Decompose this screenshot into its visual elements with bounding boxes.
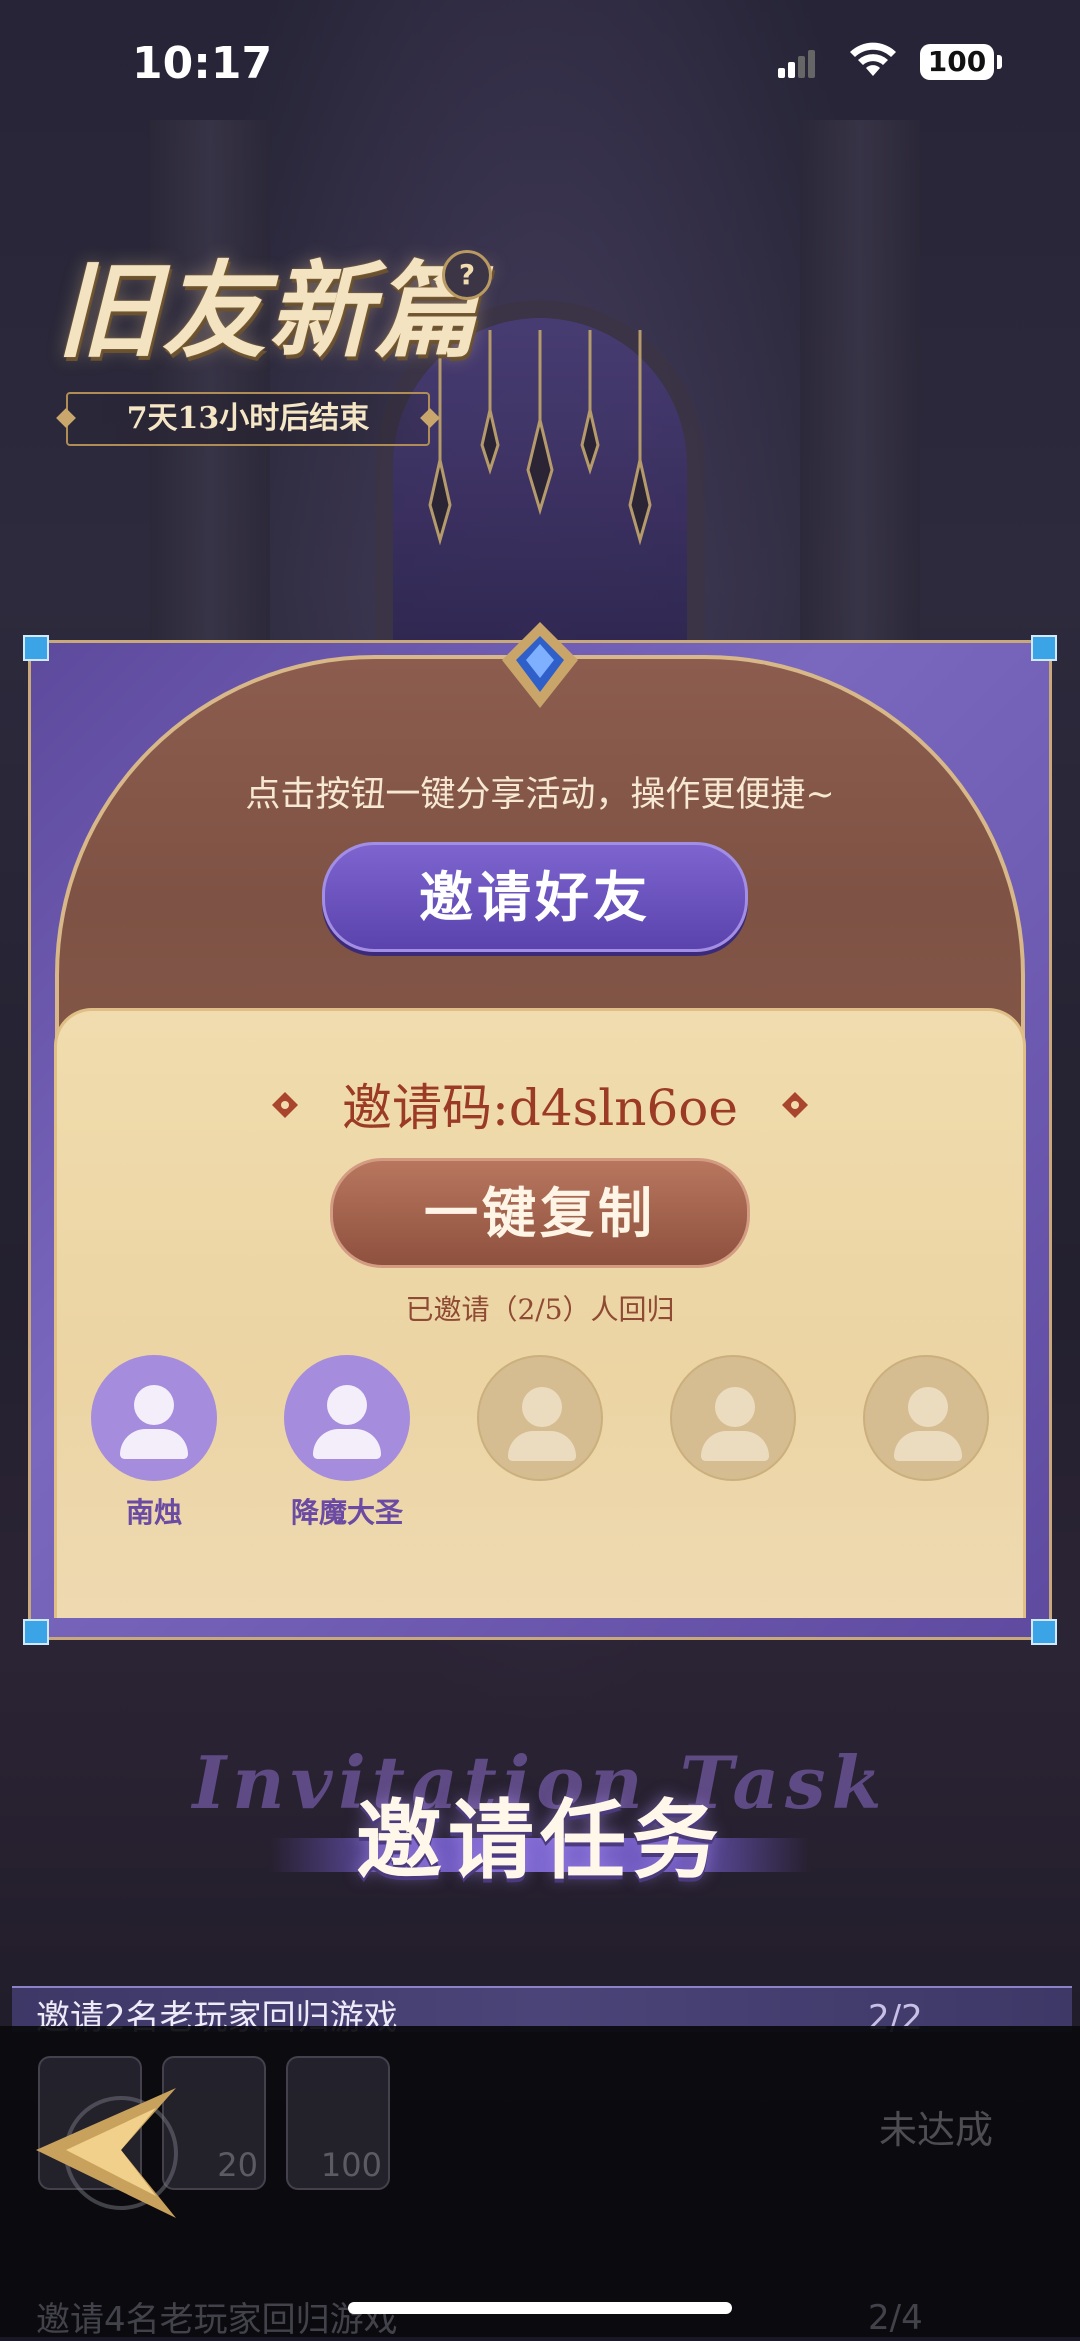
reward-slot: 100 [286,2056,390,2190]
event-countdown: 7天13小时后结束 [66,392,430,446]
corner-gem-icon [1031,635,1057,661]
friend-slot-empty [476,1355,604,1481]
battery-icon: 100 [920,44,1002,80]
wifi-icon [850,42,896,76]
friend-slot: 降魔大圣 [283,1355,411,1531]
task-status: 未达成 [878,2108,993,2152]
avatar-icon [863,1355,989,1481]
task-section-title: 邀请任务 [356,1790,724,1891]
invite-code: 邀请码:d4sln6oe [341,1079,739,1137]
status-bar: 10:17 100 [0,0,1080,130]
friend-name: 南烛 [125,1496,182,1529]
friend-slot: 南烛 [90,1355,218,1531]
invite-friends-button[interactable]: 邀请好友 [322,842,748,952]
back-arrow-icon[interactable] [26,2078,196,2228]
invited-status: 已邀请（2/5）人回归 [405,1293,675,1326]
friend-slot-empty [669,1355,797,1481]
avatar-icon [91,1355,217,1481]
corner-gem-icon [1031,1619,1057,1645]
home-indicator[interactable] [348,2302,732,2314]
corner-gem-icon [23,635,49,661]
friend-name: 降魔大圣 [290,1496,403,1529]
share-hint: 点击按钮一键分享活动，操作更便捷~ [245,775,835,815]
status-time: 10:17 [132,38,273,89]
ornament-right-icon [782,1092,808,1118]
gem-ornament-icon [502,622,578,708]
bg-pillar-right [800,120,920,680]
corner-gem-icon [23,1619,49,1645]
task-progress: 2/4 [868,2298,923,2338]
avatar-icon [670,1355,796,1481]
signal-icon [778,50,815,78]
avatar-icon [477,1355,603,1481]
friend-slot-empty [862,1355,990,1481]
help-icon[interactable]: ? [442,250,492,300]
event-title: 旧友新篇 [56,249,481,372]
copy-code-button[interactable]: 一键复制 [330,1158,750,1268]
avatar-icon [284,1355,410,1481]
task-label: 邀请4名老玩家回归游戏 [36,2300,398,2340]
